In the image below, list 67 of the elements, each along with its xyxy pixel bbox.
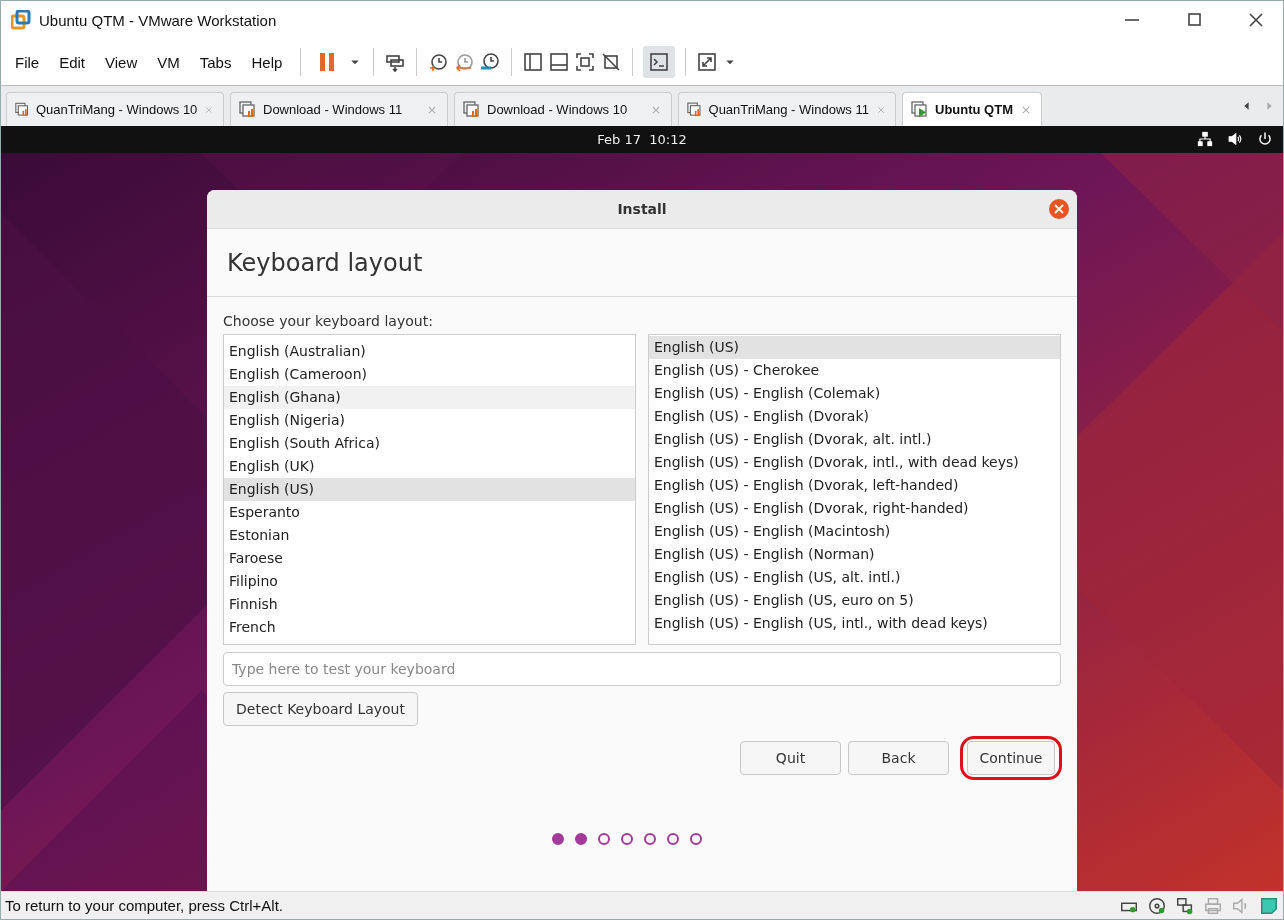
- menu-item[interactable]: VM: [149, 49, 188, 75]
- stretch-icon[interactable]: [696, 51, 719, 73]
- console-icon: [648, 51, 671, 73]
- window-title: Ubuntu QTM - VMware Workstation: [39, 11, 278, 29]
- prompt-label: Choose your keyboard layout:: [223, 313, 434, 329]
- menu-item[interactable]: Edit: [51, 49, 94, 75]
- variant-item[interactable]: English (US) - English (Dvorak): [649, 405, 1060, 428]
- app-logo-icon: [11, 10, 31, 30]
- close-icon: [1054, 204, 1064, 214]
- menu-item[interactable]: Help: [243, 49, 291, 75]
- volume-icon[interactable]: [1227, 131, 1243, 147]
- variant-item[interactable]: English (US): [649, 336, 1060, 359]
- variant-item[interactable]: English (US) - English (Dvorak, left-handed): [649, 474, 1060, 497]
- test-input-field[interactable]: Type here to test your keyboard: [223, 652, 1061, 686]
- minimize-icon: [1125, 19, 1139, 21]
- layout-item[interactable]: Faroese: [224, 547, 635, 570]
- menu-item[interactable]: Tabs: [191, 49, 240, 75]
- wizard-button[interactable]: Quit: [740, 741, 841, 775]
- full-screen-icon[interactable]: [574, 51, 597, 73]
- variant-item[interactable]: English (US) - English (US, intl., with dead keys): [649, 612, 1060, 635]
- network-adapter-icon[interactable]: [1175, 895, 1195, 916]
- layout-item[interactable]: Filipino: [224, 570, 635, 593]
- layout-item[interactable]: English (Ghana): [224, 386, 635, 409]
- variant-item[interactable]: English (US) - English (US, alt. intl.): [649, 566, 1060, 589]
- vm-tab[interactable]: QuanTriMang - Windows 11: [678, 92, 896, 126]
- cd-icon[interactable]: [1147, 895, 1167, 916]
- variant-item[interactable]: English (US) - English (Dvorak, intl., with dead keys): [649, 451, 1060, 474]
- status-message: To return to your computer, press Ctrl+Alt.: [5, 897, 285, 914]
- layout-item[interactable]: English (South Africa): [224, 432, 635, 455]
- wizard-button[interactable]: Back: [848, 741, 949, 775]
- console-button[interactable]: [643, 46, 676, 78]
- close-button[interactable]: [1049, 199, 1069, 219]
- vm-tab[interactable]: Download - Windows 10: [454, 92, 672, 126]
- layout-item[interactable]: French: [224, 616, 635, 639]
- menu-item[interactable]: View: [97, 49, 146, 75]
- variant-item[interactable]: English (US) - English (Dvorak, right-handed): [649, 497, 1060, 520]
- variant-item[interactable]: English (US) - English (Colemak): [649, 382, 1060, 405]
- layout-item[interactable]: English (Nigeria): [224, 409, 635, 432]
- variant-item[interactable]: English (US) - English (Macintosh): [649, 520, 1060, 543]
- layout-item[interactable]: Finnish: [224, 593, 635, 616]
- wizard-button[interactable]: Continue: [967, 741, 1055, 775]
- layout-item[interactable]: English (Cameroon): [224, 363, 635, 386]
- thumbnail-bar-icon[interactable]: [548, 51, 571, 73]
- variant-item[interactable]: English (US) - Cherokee: [649, 359, 1060, 382]
- page-heading: Keyboard layout: [227, 248, 423, 277]
- menu-item[interactable]: File: [7, 49, 48, 75]
- network-icon[interactable]: [1197, 131, 1213, 147]
- snapshot-icon[interactable]: [427, 51, 450, 73]
- vm-tab[interactable]: QuanTriMang - Windows 10: [6, 92, 224, 126]
- dialog-title: Install: [617, 201, 667, 217]
- layout-item[interactable]: Estonian: [224, 524, 635, 547]
- message-icon[interactable]: [1259, 895, 1279, 916]
- vm-tab[interactable]: Download - Windows 11: [230, 92, 448, 126]
- power-icon[interactable]: [1257, 131, 1273, 147]
- sidebar-icon[interactable]: [522, 51, 545, 73]
- detect-layout-button[interactable]: Detect Keyboard Layout: [223, 692, 418, 726]
- vm-tab[interactable]: Ubuntu QTM: [902, 92, 1042, 126]
- variant-item[interactable]: English (US) - English (Dvorak, alt. intl.): [649, 428, 1060, 451]
- layout-item[interactable]: Esperanto: [224, 501, 635, 524]
- pause-icon: [318, 51, 337, 73]
- variant-item[interactable]: English (US) - English (Norman): [649, 543, 1060, 566]
- layout-item[interactable]: English (UK): [224, 455, 635, 478]
- snapshot-manager-icon[interactable]: [479, 51, 502, 73]
- layout-item[interactable]: English (Australian): [224, 340, 635, 363]
- variant-item[interactable]: English (US) - English (US, euro on 5): [649, 589, 1060, 612]
- clock[interactable]: Feb 17 10:12: [597, 132, 687, 147]
- layout-item[interactable]: English (US): [224, 478, 635, 501]
